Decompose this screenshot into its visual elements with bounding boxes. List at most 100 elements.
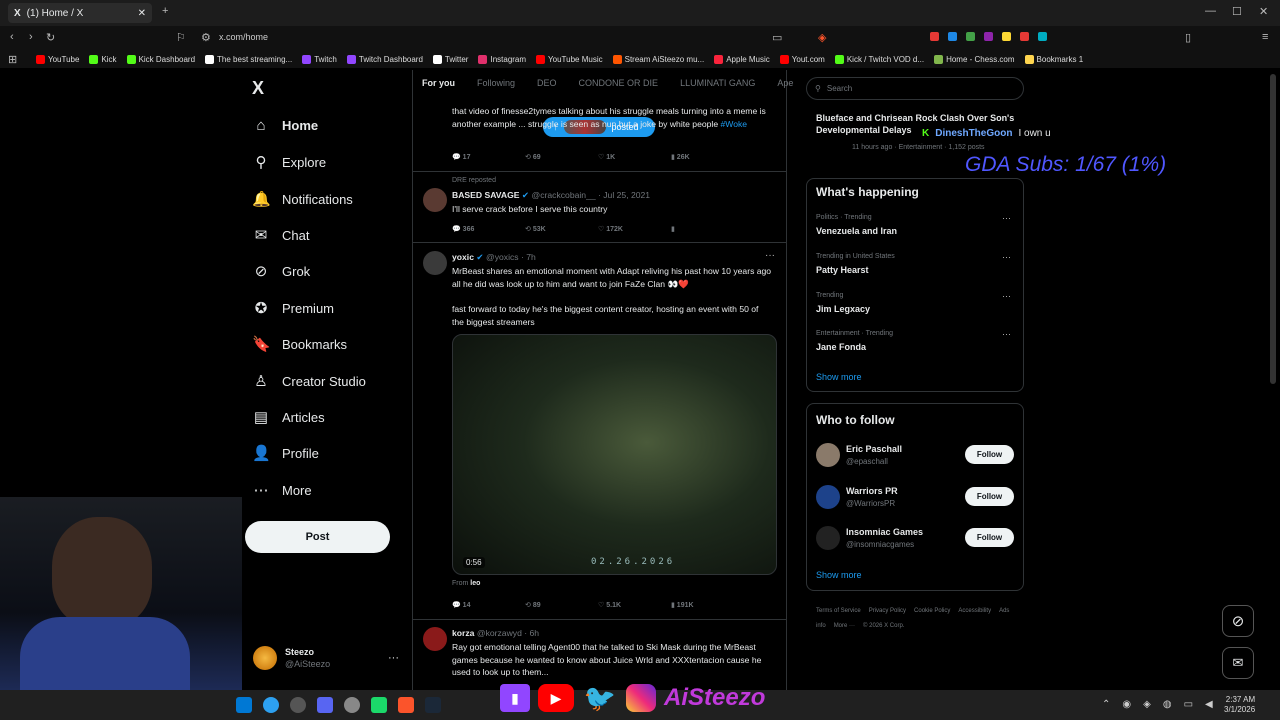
bookmark-item[interactable]: The best streaming... <box>205 54 292 64</box>
trend-title[interactable]: Jim Legxacy <box>816 304 870 314</box>
extension-icon[interactable] <box>984 32 993 41</box>
like-button[interactable]: ♡ 172K <box>598 225 671 233</box>
repost-button[interactable]: ⟲ 69 <box>525 153 598 161</box>
tray-icon[interactable]: ◍ <box>1163 699 1172 710</box>
tray-expand-icon[interactable]: ⌃ <box>1102 699 1110 710</box>
browser-tab[interactable]: X (1) Home / X ✕ <box>8 3 152 23</box>
account-more-icon[interactable]: ··· <box>388 652 399 664</box>
repost-button[interactable]: ⟲ 53K <box>525 225 598 233</box>
grok-float-icon[interactable]: ⊘ <box>1222 605 1254 637</box>
app-icon[interactable] <box>317 697 333 713</box>
feed-tab[interactable]: LLUMINATI GANG <box>680 78 755 100</box>
follow-button[interactable]: Follow <box>965 487 1014 506</box>
bookmark-item[interactable]: Instagram <box>478 54 526 64</box>
feed-tab[interactable]: DEO <box>537 78 557 100</box>
bookmark-item[interactable]: Twitter <box>432 54 468 64</box>
app-icon[interactable] <box>344 697 360 713</box>
url-field[interactable]: x.com/home <box>219 32 268 42</box>
reply-button[interactable]: 💬 17 <box>452 153 525 161</box>
footer-link[interactable]: Accessibility <box>958 608 991 614</box>
extension-icon[interactable] <box>948 32 957 41</box>
footer-link[interactable]: Cookie Policy <box>914 608 950 614</box>
apps-grid-icon[interactable]: ⊞ <box>8 53 17 66</box>
feed-tab[interactable]: Ape <box>777 78 793 100</box>
footer-link[interactable]: Terms of Service <box>816 608 861 614</box>
nav-item-profile[interactable]: 👤 Profile <box>252 444 319 462</box>
feed-tab[interactable]: Following <box>477 78 515 100</box>
bookmark-item[interactable]: YouTube Music <box>536 54 603 64</box>
tray-icon[interactable]: ◈ <box>1143 699 1151 710</box>
close-window-icon[interactable]: ✕ <box>1259 5 1268 18</box>
trend-more-icon[interactable]: ··· <box>1002 213 1011 223</box>
bookmark-item[interactable]: Kick Dashboard <box>126 54 195 64</box>
forward-icon[interactable]: › <box>29 31 33 43</box>
bookmark-item[interactable]: Kick / Twitch VOD d... <box>834 54 924 64</box>
nav-item-bookmarks[interactable]: 🔖 Bookmarks <box>252 335 347 353</box>
reload-icon[interactable]: ↻ <box>46 31 55 44</box>
suggestion-name[interactable]: Warriors PR <box>846 486 898 496</box>
app-icon[interactable] <box>398 697 414 713</box>
trend-more-icon[interactable]: ··· <box>1002 252 1011 262</box>
bookmark-item[interactable]: Kick <box>89 54 117 64</box>
search-input[interactable]: ⚲ Search <box>806 77 1024 100</box>
show-more-follow-link[interactable]: Show more <box>816 570 862 580</box>
maximize-icon[interactable]: ☐ <box>1232 5 1242 18</box>
reply-button[interactable]: 💬 366 <box>452 225 525 233</box>
footer-link[interactable]: © 2026 X Corp. <box>863 623 904 629</box>
feed-tab[interactable]: For you <box>422 78 455 100</box>
bookmark-item[interactable]: Bookmarks 1 <box>1024 54 1083 64</box>
bookmark-item[interactable]: Home - Chess.com <box>934 54 1015 64</box>
x-logo[interactable]: X <box>252 78 264 99</box>
extension-icon[interactable] <box>1002 32 1011 41</box>
bookmark-page-icon[interactable]: ⚐ <box>176 31 186 44</box>
page-scrollbar[interactable] <box>1270 74 1276 384</box>
bookmark-item[interactable]: Yout.com <box>779 54 825 64</box>
back-icon[interactable]: ‹ <box>10 31 14 43</box>
app-icon[interactable] <box>290 697 306 713</box>
feed-tab[interactable]: CONDONE OR DIE <box>579 78 659 100</box>
bookmark-item[interactable]: Apple Music <box>714 54 770 64</box>
like-button[interactable]: ♡ 1K <box>598 153 671 161</box>
views-button[interactable]: ▮ 191K <box>671 601 744 609</box>
avatar[interactable] <box>816 526 840 550</box>
nav-item-grok[interactable]: ⊘ Grok <box>252 262 310 280</box>
clock[interactable]: 2:37 AM 3/1/2026 <box>1224 695 1255 715</box>
bookmark-item[interactable]: Twitch <box>302 54 337 64</box>
suggestion-name[interactable]: Eric Paschall <box>846 444 902 454</box>
bookmark-item[interactable]: Twitch Dashboard <box>346 54 423 64</box>
bookmark-item[interactable]: Stream AiSteezo mu... <box>612 54 704 64</box>
follow-button[interactable]: Follow <box>965 528 1014 547</box>
network-icon[interactable]: ▭ <box>1184 699 1193 710</box>
close-tab-icon[interactable]: ✕ <box>138 8 146 19</box>
avatar[interactable] <box>816 443 840 467</box>
site-info-icon[interactable]: ⚙ <box>201 31 211 44</box>
extension-icon[interactable] <box>1038 32 1047 41</box>
nav-item-premium[interactable]: ✪ Premium <box>252 299 334 317</box>
volume-icon[interactable]: ◀ <box>1205 699 1213 710</box>
extension-icon[interactable] <box>1020 32 1029 41</box>
nav-item-home[interactable]: ⌂ Home <box>252 117 318 134</box>
trend-more-icon[interactable]: ··· <box>1002 291 1011 301</box>
repost-button[interactable]: ⟲ 89 <box>525 601 598 609</box>
nav-item-more[interactable]: ⋯ More <box>252 481 312 499</box>
views-button[interactable]: ▮ <box>671 225 744 233</box>
show-more-trends-link[interactable]: Show more <box>816 372 862 382</box>
messages-float-icon[interactable]: ✉ <box>1222 647 1254 679</box>
bookmark-item[interactable]: YouTube <box>36 54 79 64</box>
app-icon[interactable] <box>425 697 441 713</box>
footer-link[interactable]: More ··· <box>834 623 855 629</box>
brave-shield-icon[interactable]: ◈ <box>818 31 826 44</box>
app-icon[interactable] <box>371 697 387 713</box>
like-button[interactable]: ♡ 5.1K <box>598 601 671 609</box>
trend-more-icon[interactable]: ··· <box>1002 329 1011 339</box>
reply-button[interactable]: 💬 14 <box>452 601 525 609</box>
extension-icon[interactable] <box>930 32 939 41</box>
nav-item-chat[interactable]: ✉ Chat <box>252 226 310 244</box>
views-button[interactable]: ▮ 26K <box>671 153 744 161</box>
tweet-more-icon[interactable]: ··· <box>765 250 775 261</box>
extension-icon[interactable] <box>966 32 975 41</box>
trend-title[interactable]: Venezuela and Iran <box>816 226 897 236</box>
hashtag-link[interactable]: #Woke <box>721 119 748 129</box>
avatar[interactable] <box>423 188 447 212</box>
nav-item-notifications[interactable]: 🔔 Notifications <box>252 190 353 208</box>
